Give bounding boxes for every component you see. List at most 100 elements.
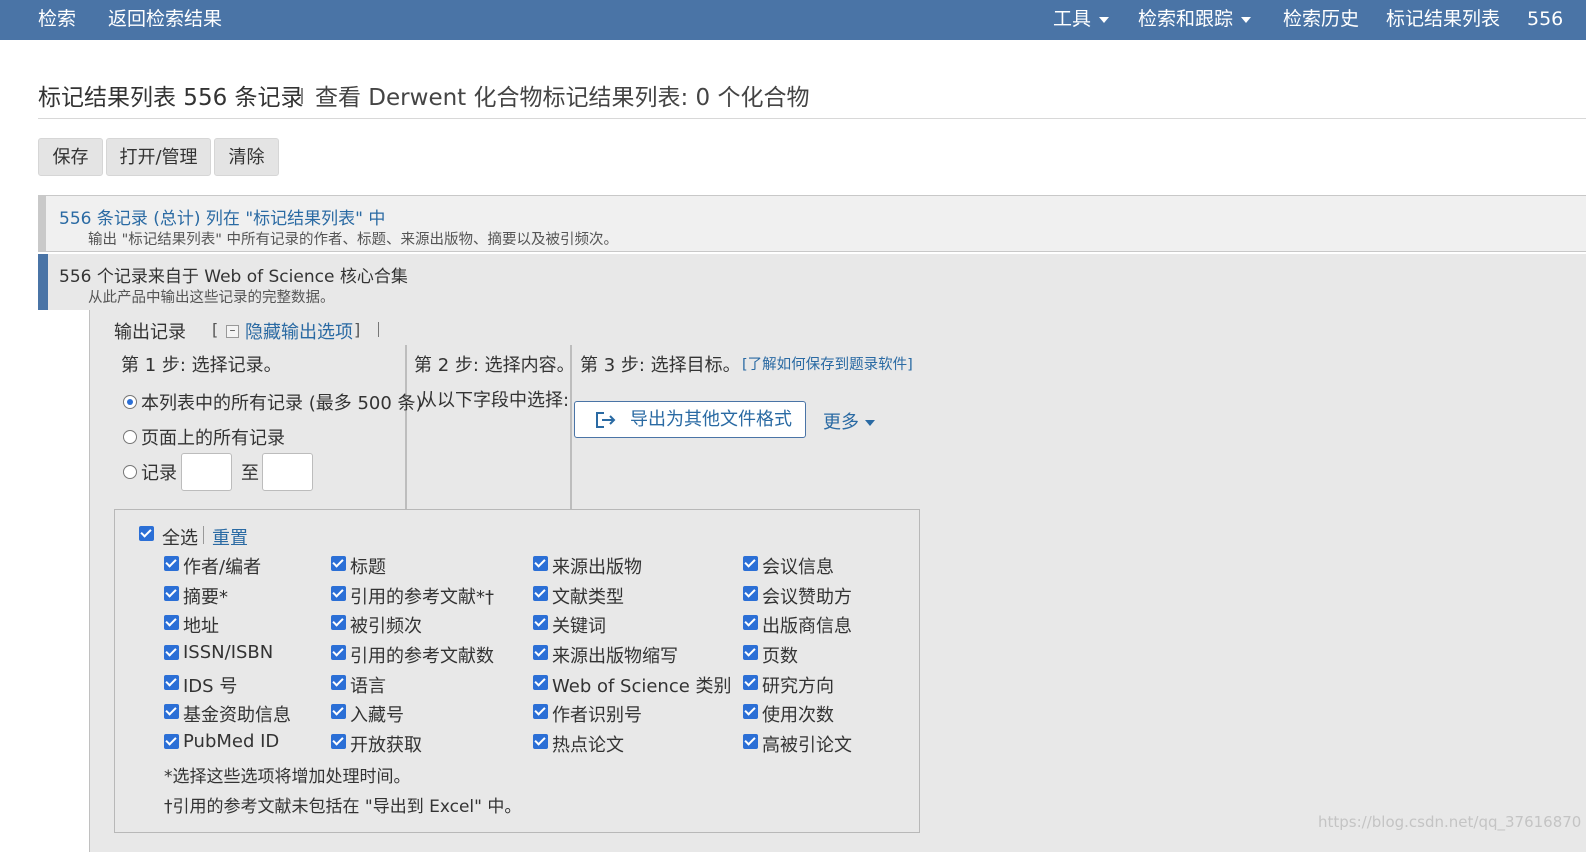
field-checkbox[interactable] xyxy=(331,556,346,571)
field-checkbox[interactable] xyxy=(533,556,548,571)
clear-button[interactable]: 清除 xyxy=(214,138,279,176)
field-checkbox[interactable] xyxy=(743,704,758,719)
select-all-checkbox[interactable] xyxy=(139,526,154,541)
field-checkbox[interactable] xyxy=(164,556,179,571)
record-from-input[interactable] xyxy=(181,453,232,491)
field-label: 地址 xyxy=(183,616,219,637)
field-checkbox[interactable] xyxy=(743,586,758,601)
nav-tools[interactable]: 工具 xyxy=(1053,0,1110,40)
field-checkbox[interactable] xyxy=(331,734,346,749)
page-title: 标记结果列表 556 条记录 xyxy=(38,85,304,111)
derwent-compound-link[interactable]: 查看 Derwent 化合物标记结果列表: 0 个化合物 xyxy=(315,78,810,112)
total-records-desc: 输出 "标记结果列表" 中所有记录的作者、标题、来源出版物、摘要以及被引频次。 xyxy=(88,232,619,248)
wos-records-desc: 从此产品中输出这些记录的完整数据。 xyxy=(88,290,335,306)
field-label: 引用的参考文献*† xyxy=(350,587,494,608)
field-label: 被引频次 xyxy=(350,616,422,637)
field-label: Web of Science 类别 xyxy=(552,676,732,697)
field-checkbox[interactable] xyxy=(743,734,758,749)
field-label: IDS 号 xyxy=(183,676,238,697)
radio-page-records-label: 页面上的所有记录 xyxy=(141,428,285,449)
step-column-divider xyxy=(405,345,407,510)
nav-search[interactable]: 检索 xyxy=(38,0,76,40)
title-divider xyxy=(301,88,303,104)
more-label: 更多 xyxy=(823,412,859,433)
collapse-icon[interactable]: – xyxy=(226,324,239,338)
radio-page-records[interactable]: 页面上的所有记录 xyxy=(123,424,285,450)
field-checkbox[interactable] xyxy=(533,615,548,630)
nav-marked-count[interactable]: 556 xyxy=(1527,0,1563,40)
chevron-down-icon xyxy=(1241,16,1252,23)
field-checkbox[interactable] xyxy=(743,615,758,630)
field-checkbox[interactable] xyxy=(331,615,346,630)
field-label: 页数 xyxy=(762,646,798,667)
field-label: 作者/编者 xyxy=(183,557,262,578)
open-manage-button[interactable]: 打开/管理 xyxy=(106,138,211,176)
export-other-format-button[interactable]: 导出为其他文件格式 xyxy=(574,401,806,438)
step1-title: 第 1 步: 选择记录。 xyxy=(121,355,282,376)
field-label: 引用的参考文献数 xyxy=(350,646,494,667)
field-checkbox[interactable] xyxy=(331,645,346,660)
radio-all-records[interactable]: 本列表中的所有记录 (最多 500 条) xyxy=(123,389,423,415)
field-label: 来源出版物 xyxy=(552,557,642,578)
export-button-label: 导出为其他文件格式 xyxy=(630,409,792,430)
radio-record-range-label: 记录 xyxy=(141,463,177,484)
processing-time-note: *选择这些选项将增加处理时间。 xyxy=(164,767,411,787)
field-checkbox[interactable] xyxy=(164,675,179,690)
nav-back-to-results[interactable]: 返回检索结果 xyxy=(108,0,222,40)
step3-title: 第 3 步: 选择目标。 xyxy=(580,355,741,376)
radio-all-records-label: 本列表中的所有记录 (最多 500 条) xyxy=(141,393,423,414)
field-checkbox[interactable] xyxy=(331,586,346,601)
field-label: PubMed ID xyxy=(183,731,280,752)
field-label: 会议赞助方 xyxy=(762,587,852,608)
learn-save-bibliography-link[interactable]: [了解如何保存到题录软件] xyxy=(742,353,913,374)
field-checkbox[interactable] xyxy=(743,675,758,690)
field-checkbox[interactable] xyxy=(164,734,179,749)
save-button[interactable]: 保存 xyxy=(38,138,103,176)
radio-record-range[interactable]: 记录 xyxy=(123,459,177,485)
field-checkbox[interactable] xyxy=(331,704,346,719)
nav-tools-label: 工具 xyxy=(1053,8,1092,30)
field-label: 研究方向 xyxy=(762,676,834,697)
hide-output-options-link[interactable]: 隐藏输出选项 xyxy=(245,318,353,344)
select-reset-divider xyxy=(203,526,204,544)
field-label: 开放获取 xyxy=(350,735,422,756)
field-checkbox[interactable] xyxy=(164,645,179,660)
field-checkbox[interactable] xyxy=(533,645,548,660)
field-label: 入藏号 xyxy=(350,705,404,726)
field-label: 摘要* xyxy=(183,587,228,608)
field-label: 文献类型 xyxy=(552,587,624,608)
nav-marked-list[interactable]: 标记结果列表 xyxy=(1386,0,1500,40)
field-label: 热点论文 xyxy=(552,735,624,756)
nav-search-track-label: 检索和跟踪 xyxy=(1138,8,1234,30)
field-checkbox[interactable] xyxy=(743,556,758,571)
field-label: 标题 xyxy=(350,557,386,578)
field-label: ISSN/ISBN xyxy=(183,642,274,663)
reset-link[interactable]: 重置 xyxy=(212,524,248,550)
more-options-link[interactable]: 更多 xyxy=(823,408,875,434)
nav-search-history[interactable]: 检索历史 xyxy=(1283,0,1359,40)
radio-unchecked-icon xyxy=(123,465,137,479)
watermark: https://blog.csdn.net/qq_37616870 xyxy=(1318,813,1582,831)
excel-note: †引用的参考文献未包括在 "导出到 Excel" 中。 xyxy=(164,797,522,817)
field-checkbox[interactable] xyxy=(331,675,346,690)
field-checkbox[interactable] xyxy=(164,586,179,601)
record-to-input[interactable] xyxy=(262,453,313,491)
field-label: 关键词 xyxy=(552,616,606,637)
field-checkbox[interactable] xyxy=(533,734,548,749)
field-label: 使用次数 xyxy=(762,705,834,726)
field-checkbox[interactable] xyxy=(533,675,548,690)
total-records-link[interactable]: 556 条记录 (总计) 列在 "标记结果列表" 中 xyxy=(59,204,385,229)
field-checkbox[interactable] xyxy=(164,704,179,719)
section-total-records: 556 条记录 (总计) 列在 "标记结果列表" 中 输出 "标记结果列表" 中… xyxy=(38,195,1586,252)
wos-records-title: 556 个记录来自于 Web of Science 核心合集 xyxy=(59,267,408,287)
nav-search-and-track[interactable]: 检索和跟踪 xyxy=(1138,0,1252,40)
export-icon xyxy=(596,412,616,428)
section-indent-gutter xyxy=(38,310,90,852)
field-label: 基金资助信息 xyxy=(183,705,291,726)
field-checkbox[interactable] xyxy=(164,615,179,630)
step-column-divider xyxy=(570,345,572,510)
field-checkbox[interactable] xyxy=(533,586,548,601)
field-checkbox[interactable] xyxy=(743,645,758,660)
field-checkbox[interactable] xyxy=(533,704,548,719)
header-divider xyxy=(378,322,379,337)
